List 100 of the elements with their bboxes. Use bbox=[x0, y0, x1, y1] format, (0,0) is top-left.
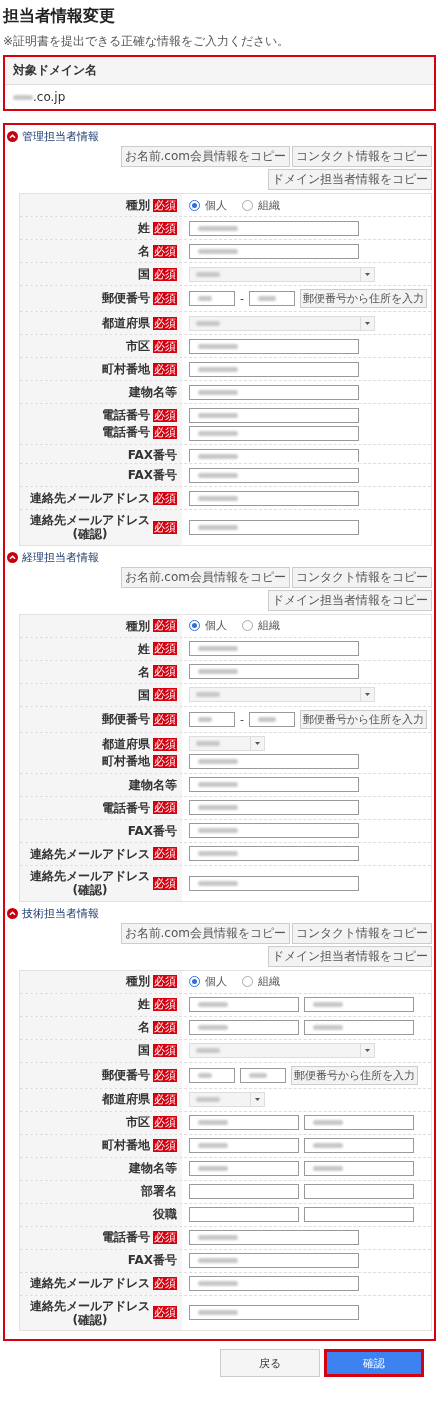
field-label: 国 bbox=[138, 1043, 150, 1058]
input-field[interactable] bbox=[189, 846, 359, 862]
input-field[interactable] bbox=[189, 1020, 299, 1036]
copy-button[interactable]: ドメイン担当者情報をコピー bbox=[268, 169, 432, 190]
input-field[interactable] bbox=[240, 1067, 286, 1083]
input-field[interactable] bbox=[304, 1207, 414, 1223]
input-field[interactable] bbox=[189, 1138, 299, 1154]
input-field[interactable] bbox=[189, 1184, 299, 1200]
input-field[interactable] bbox=[189, 1305, 359, 1321]
required-badge: 必須 bbox=[153, 876, 177, 890]
input-field[interactable] bbox=[189, 664, 359, 680]
required-badge: 必須 bbox=[153, 292, 177, 305]
input-field[interactable] bbox=[304, 1161, 414, 1177]
input-field[interactable] bbox=[189, 407, 359, 423]
domain-header: 対象ドメイン名 bbox=[5, 57, 434, 85]
copy-button[interactable]: コンタクト情報をコピー bbox=[292, 146, 432, 167]
radio-button[interactable] bbox=[189, 199, 200, 211]
input-field[interactable] bbox=[249, 711, 295, 727]
input-field[interactable] bbox=[189, 777, 359, 793]
field-label: 名 bbox=[138, 1020, 150, 1035]
select-field[interactable] bbox=[189, 266, 375, 282]
collapse-toggle-icon[interactable] bbox=[7, 131, 18, 142]
required-badge: 必須 bbox=[153, 362, 177, 376]
address-lookup-button[interactable]: 郵便番号から住所を入力 bbox=[291, 1065, 418, 1085]
field-label: 連絡先メールアドレス bbox=[30, 1276, 150, 1291]
radio-button[interactable] bbox=[242, 620, 253, 632]
field-label: 姓 bbox=[138, 641, 150, 656]
radio-button[interactable] bbox=[189, 976, 200, 988]
input-field[interactable] bbox=[189, 467, 359, 483]
select-field[interactable] bbox=[189, 315, 375, 331]
input-field[interactable] bbox=[189, 361, 359, 377]
field-label: 連絡先メールアドレス bbox=[30, 490, 150, 506]
input-field[interactable] bbox=[304, 1020, 414, 1036]
required-badge: 必須 bbox=[153, 520, 177, 534]
field-label: 国 bbox=[138, 687, 150, 702]
input-field[interactable] bbox=[189, 641, 359, 657]
input-field[interactable] bbox=[189, 519, 359, 535]
radio-label: 組織 bbox=[258, 197, 280, 213]
collapse-toggle-icon[interactable] bbox=[7, 551, 18, 563]
input-field[interactable] bbox=[304, 1115, 414, 1131]
radio-button[interactable] bbox=[242, 199, 253, 211]
field-label: FAX番号 bbox=[127, 467, 177, 483]
input-field[interactable] bbox=[189, 997, 299, 1013]
address-lookup-button[interactable]: 郵便番号から住所を入力 bbox=[300, 289, 427, 308]
field-label: 建物名等 bbox=[129, 777, 177, 792]
input-field[interactable] bbox=[304, 1184, 414, 1200]
field-label: 種別 bbox=[126, 197, 150, 213]
select-field[interactable] bbox=[189, 736, 265, 752]
input-field[interactable] bbox=[189, 800, 359, 816]
input-field[interactable] bbox=[189, 1230, 359, 1246]
select-field[interactable] bbox=[189, 687, 375, 703]
input-field[interactable] bbox=[304, 1138, 414, 1154]
input-field[interactable] bbox=[189, 425, 359, 441]
confirm-button[interactable]: 確認 bbox=[324, 1349, 424, 1378]
address-lookup-button[interactable]: 郵便番号から住所を入力 bbox=[300, 709, 427, 729]
field-label: 建物名等 bbox=[129, 1161, 177, 1176]
input-field[interactable] bbox=[189, 384, 359, 400]
field-label: 郵便番号 bbox=[102, 712, 150, 727]
back-button[interactable]: 戻る bbox=[220, 1349, 320, 1378]
select-field[interactable] bbox=[189, 1092, 265, 1108]
input-field[interactable] bbox=[189, 220, 359, 236]
blurred-text bbox=[13, 94, 33, 100]
copy-button[interactable]: コンタクト情報をコピー bbox=[292, 922, 432, 944]
input-field[interactable] bbox=[189, 448, 359, 462]
input-field[interactable] bbox=[189, 823, 359, 839]
field-label: 種別 bbox=[126, 618, 150, 633]
input-field[interactable] bbox=[189, 490, 359, 506]
collapse-toggle-icon[interactable] bbox=[7, 907, 18, 919]
input-field[interactable] bbox=[189, 291, 235, 306]
radio-label: 個人 bbox=[205, 974, 227, 990]
required-badge: 必須 bbox=[153, 267, 177, 281]
copy-button[interactable]: ドメイン担当者情報をコピー bbox=[268, 945, 432, 967]
copy-button[interactable]: お名前.com会員情報をコピー bbox=[120, 146, 290, 167]
input-field[interactable] bbox=[189, 1253, 359, 1269]
input-field[interactable] bbox=[189, 754, 359, 770]
copy-button[interactable]: ドメイン担当者情報をコピー bbox=[268, 589, 432, 611]
required-badge: 必須 bbox=[153, 998, 177, 1012]
input-field[interactable] bbox=[189, 1207, 299, 1223]
input-field[interactable] bbox=[189, 875, 359, 891]
required-badge: 必須 bbox=[153, 409, 177, 422]
required-badge: 必須 bbox=[153, 426, 177, 439]
select-field[interactable] bbox=[189, 1043, 375, 1059]
input-field[interactable] bbox=[304, 997, 414, 1013]
input-field[interactable] bbox=[249, 291, 295, 306]
input-field[interactable] bbox=[189, 1115, 299, 1131]
input-field[interactable] bbox=[189, 711, 235, 727]
input-field[interactable] bbox=[189, 1276, 359, 1292]
radio-button[interactable] bbox=[189, 620, 200, 632]
copy-button[interactable]: お名前.com会員情報をコピー bbox=[120, 922, 290, 944]
input-field[interactable] bbox=[189, 1067, 235, 1083]
radio-button[interactable] bbox=[242, 976, 253, 988]
copy-button[interactable]: お名前.com会員情報をコピー bbox=[120, 566, 290, 588]
required-badge: 必須 bbox=[153, 688, 177, 702]
copy-button[interactable]: コンタクト情報をコピー bbox=[292, 566, 432, 588]
input-field[interactable] bbox=[189, 243, 359, 259]
input-field[interactable] bbox=[189, 338, 359, 354]
input-field[interactable] bbox=[189, 1161, 299, 1177]
field-label: 名 bbox=[138, 243, 150, 259]
field-label: FAX番号 bbox=[127, 1253, 177, 1268]
field-label: 電話番号 bbox=[102, 408, 150, 423]
